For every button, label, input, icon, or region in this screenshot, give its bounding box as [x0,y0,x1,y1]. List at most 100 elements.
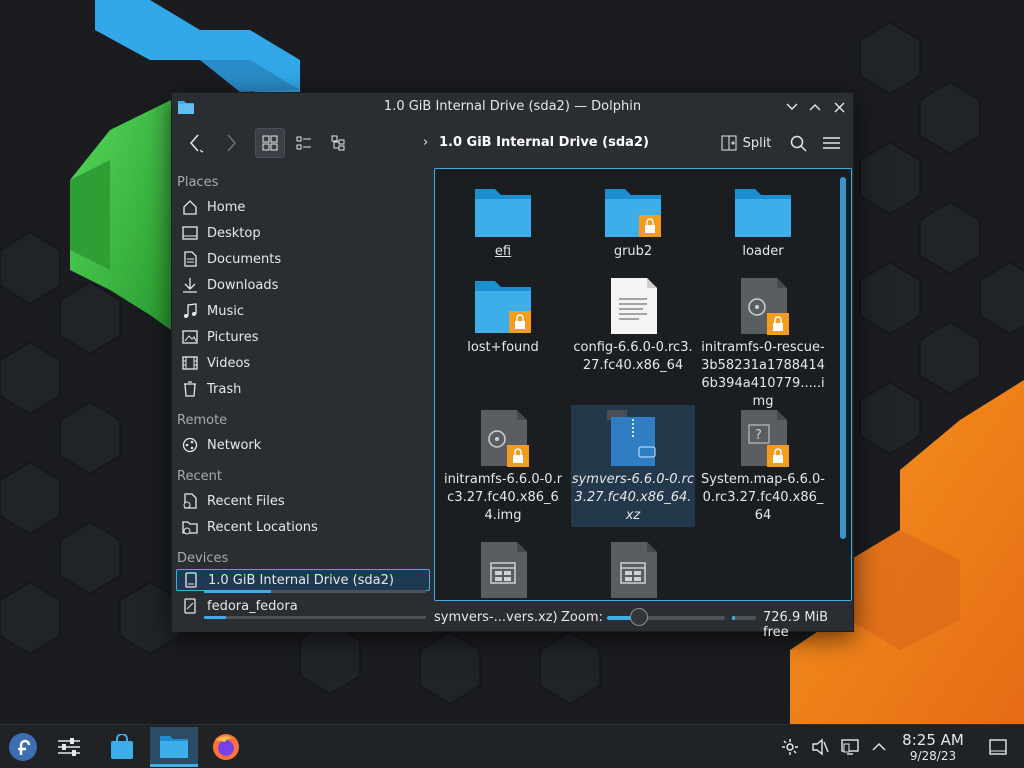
chevron-up-icon[interactable] [869,737,889,757]
disk-image-locked-icon [741,278,789,335]
sidebar-item-recent-locations[interactable]: Recent Locations [176,515,430,539]
file-name: System.map-6.6.0-0.rc3.27.fc40.x86_64 [701,472,825,523]
details-view-button[interactable] [324,128,354,158]
file-item-efi[interactable]: efi [441,185,565,261]
executable-file-icon [481,542,527,598]
file-name: symvers-6.6.0-0.rc3.27.fc40.x86_64.xz [571,472,695,523]
minimize-button[interactable] [782,97,802,117]
file-item-config[interactable]: config-6.6.0-0.rc3.27.fc40.x86_64 [571,277,695,375]
sidebar-item-home[interactable]: Home [176,195,430,219]
recent-header: Recent [177,469,222,484]
search-icon [790,135,807,152]
desktop-icon [180,224,200,242]
window-title: 1.0 GiB Internal Drive (sda2) — Dolphin [383,99,642,114]
title-bar[interactable]: 1.0 GiB Internal Drive (sda2) — Dolphin [172,93,853,121]
file-item-executable-2[interactable] [571,541,695,599]
videos-icon [180,354,200,372]
file-item-system-map[interactable]: ? System.map-6.6.0-0.rc3.27.fc40.x86_64 [701,409,825,525]
file-item-initramfs-rescue[interactable]: initramfs-0-rescue-3b58231a17884146b394a… [701,277,825,411]
toolbar: › 1.0 GiB Internal Drive (sda2) Split [172,121,853,165]
forward-button[interactable] [216,128,246,158]
chevron-up-icon [809,104,821,111]
zoom-label: Zoom: [561,610,603,625]
file-item-loader[interactable]: loader [701,185,825,261]
home-icon [180,198,200,216]
sidebar-item-fedora[interactable]: fedora_fedora [176,595,430,617]
sidebar-item-recent-files[interactable]: Recent Files [176,489,430,513]
free-space-bar [732,616,756,620]
firefox-taskbar-button[interactable] [203,727,249,767]
application-launcher-button[interactable] [0,727,46,767]
scrollbar-thumb[interactable] [840,177,846,539]
sidebar-item-internal-drive[interactable]: 1.0 GiB Internal Drive (sda2) [176,569,430,591]
text-file-icon [611,278,657,334]
file-item-grub2[interactable]: grub2 [571,185,695,261]
remote-header: Remote [177,413,228,428]
firefox-icon [213,734,239,760]
chevron-down-icon [786,103,798,110]
devices-header: Devices [177,551,229,566]
file-item-executable-1[interactable] [441,541,565,599]
breadcrumb[interactable]: 1.0 GiB Internal Drive (sda2) [439,135,649,150]
maximize-button[interactable] [805,97,825,117]
status-bar: symvers-...vers.xz) Zoom: 726.9 MiB free [434,604,854,640]
volume-muted-icon[interactable] [810,737,830,757]
search-button[interactable] [783,128,813,158]
taskbar: 8:25 AM 9/28/23 [0,724,1024,768]
system-settings-taskbar-button[interactable] [46,727,92,767]
folder-icon [160,735,188,758]
folder-locked-icon [605,189,661,237]
zoom-slider-handle[interactable] [630,608,648,626]
clock-date[interactable]: 9/28/23 [898,749,968,763]
discover-taskbar-button[interactable] [99,727,145,767]
back-button[interactable] [180,128,210,158]
back-arrow-icon [190,134,203,153]
network-tray-icon[interactable] [780,737,800,757]
downloads-icon [180,276,200,294]
drive-icon [180,597,200,615]
close-button[interactable] [829,97,849,117]
file-view[interactable]: efi grub2 loader lost+found config-6.6.0… [434,168,852,601]
sidebar-item-pictures[interactable]: Pictures [176,325,430,349]
file-item-symvers[interactable]: symvers-6.6.0-0.rc3.27.fc40.x86_64.xz [571,405,695,527]
sidebar-item-label: Network [207,437,262,453]
clock-time[interactable]: 8:25 AM [898,731,968,749]
split-button[interactable]: Split [715,128,777,158]
music-icon [180,302,200,320]
sidebar-item-videos[interactable]: Videos [176,351,430,375]
drive-capacity-bar [204,590,426,593]
free-space-fill [732,616,735,620]
recent-files-icon [180,492,200,510]
icons-view-button[interactable] [255,128,285,158]
places-header: Places [177,175,219,190]
sidebar-item-network[interactable]: Network [176,433,430,457]
sidebar-item-label: Trash [207,381,242,397]
recent-locations-icon [180,518,200,536]
file-item-initramfs[interactable]: initramfs-6.6.0-0.rc3.27.fc40.x86_64.img [441,409,565,525]
archive-icon [607,410,656,466]
drive-capacity-fill [204,590,271,593]
display-tray-icon[interactable] [840,737,860,757]
file-name: efi [494,244,512,259]
sidebar-item-music[interactable]: Music [176,299,430,323]
fedora-logo-icon [9,733,37,761]
folder-locked-icon [475,281,531,333]
sidebar-item-documents[interactable]: Documents [176,247,430,271]
sidebar-item-downloads[interactable]: Downloads [176,273,430,297]
file-name: config-6.6.0-0.rc3.27.fc40.x86_64 [573,340,693,373]
pictures-icon [180,328,200,346]
folder-icon [475,189,531,237]
compact-view-button[interactable] [289,128,319,158]
sidebar-item-trash[interactable]: Trash [176,377,430,401]
tree-view-icon [331,135,345,151]
file-view-scrollbar[interactable] [840,177,846,539]
show-desktop-icon[interactable] [988,737,1008,757]
menu-button[interactable] [816,128,846,158]
sidebar-item-desktop[interactable]: Desktop [176,221,430,245]
dolphin-taskbar-button[interactable] [150,727,198,767]
file-item-lost-found[interactable]: lost+found [441,277,565,357]
file-name: grub2 [613,244,653,259]
zoom-slider[interactable] [607,616,725,620]
dolphin-window: 1.0 GiB Internal Drive (sda2) — Dolphin … [171,92,854,640]
svg-text:?: ? [755,428,762,443]
